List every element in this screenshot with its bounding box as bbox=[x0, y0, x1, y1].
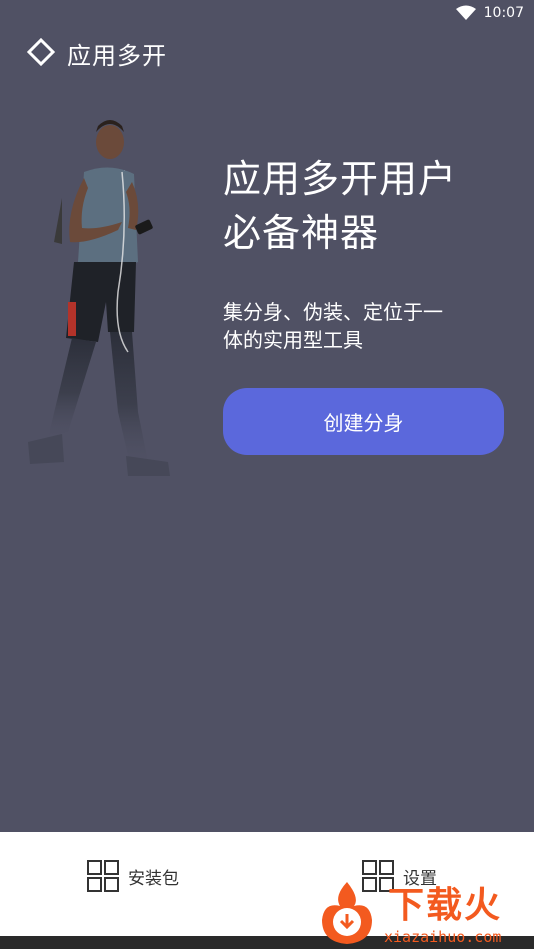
app-title: 应用多开 bbox=[67, 42, 167, 70]
hero-subtitle-line-1: 集分身、伪装、定位于一 bbox=[223, 300, 443, 324]
watermark-text: 下载火 bbox=[388, 885, 503, 926]
diamond-logo-icon bbox=[27, 38, 55, 66]
hero-person-illustration bbox=[28, 120, 170, 476]
watermark-url: xiazaihuo.com bbox=[384, 928, 502, 946]
hero-title-line-1: 应用多开用户 bbox=[223, 157, 458, 201]
grid-icon bbox=[87, 860, 119, 892]
hero-title-line-2: 必备神器 bbox=[223, 211, 380, 255]
hero-subtitle: 集分身、伪装、定位于一 体的实用型工具 bbox=[223, 298, 503, 354]
flame-logo-icon bbox=[322, 882, 372, 944]
create-clone-button[interactable]: 创建分身 bbox=[223, 388, 504, 455]
nav-item-packages-label: 安装包 bbox=[128, 868, 179, 889]
hero-subtitle-line-2: 体的实用型工具 bbox=[223, 328, 363, 352]
wifi-icon bbox=[456, 5, 476, 20]
watermark: 下载火 xiazaihuo.com bbox=[312, 876, 534, 949]
nav-item-packages[interactable]: 安装包 bbox=[86, 856, 179, 896]
hero-title: 应用多开用户 必备神器 bbox=[223, 152, 513, 260]
status-time: 10:07 bbox=[483, 5, 524, 21]
status-bar: 10:07 bbox=[0, 0, 534, 28]
app-header: 应用多开 bbox=[0, 32, 534, 72]
